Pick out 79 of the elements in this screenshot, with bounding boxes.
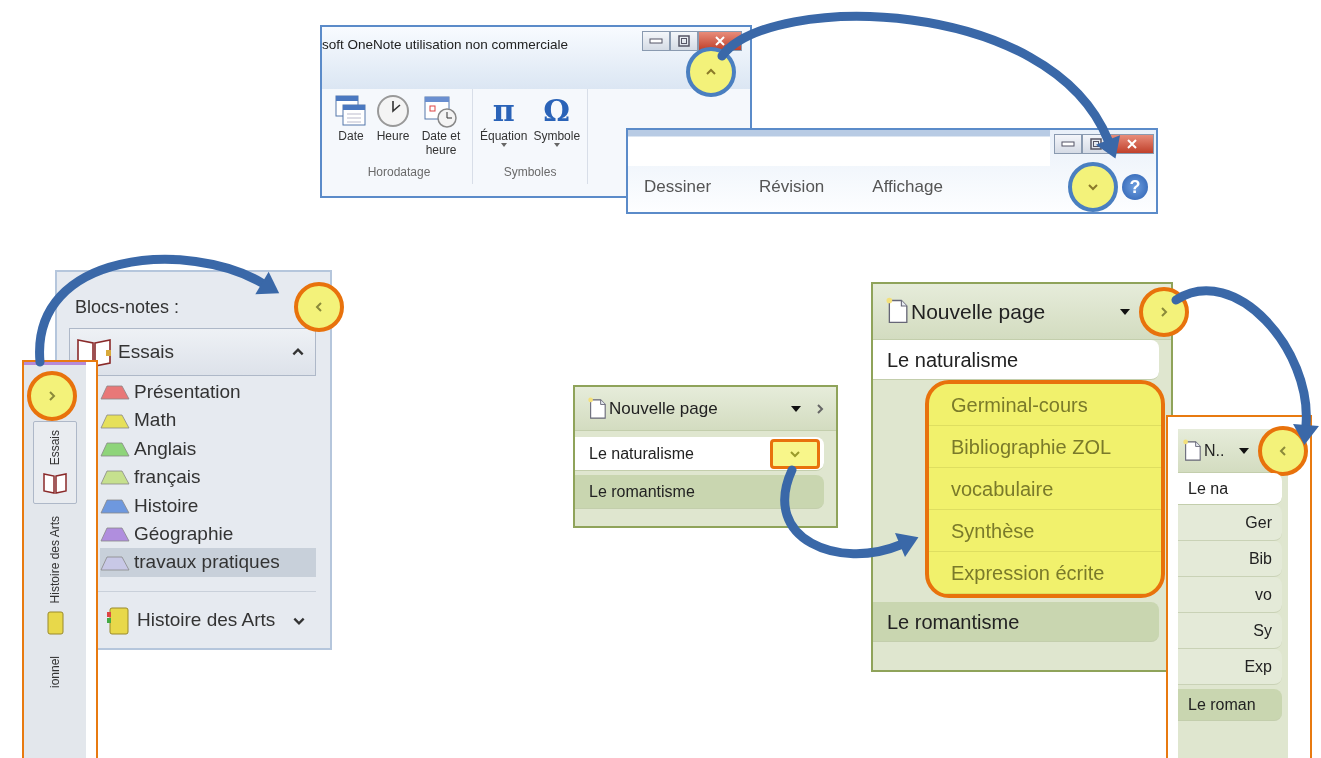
symbol-command-button[interactable]: π Équation	[477, 93, 531, 148]
section-tab[interactable]: travaux pratiques	[100, 548, 316, 577]
notebook-row[interactable]: Histoire des Arts	[99, 599, 316, 642]
dropdown-icon	[790, 404, 802, 413]
notebook-tab[interactable]: Essais	[33, 421, 77, 505]
restore-icon	[1090, 138, 1102, 150]
toggle-button[interactable]	[1139, 286, 1189, 337]
subpage-row[interactable]: Expression écrite	[929, 552, 1161, 594]
pane-header: Blocs-notes :	[75, 295, 180, 319]
ribbon-tab[interactable]: Dessiner	[644, 174, 712, 200]
notebook-tab[interactable]: ionnel	[33, 647, 77, 696]
chevron-right-icon	[46, 390, 58, 402]
dropdown-icon	[500, 143, 507, 148]
page-row[interactable]: Le romantisme	[575, 475, 824, 509]
calendar-icon	[333, 93, 369, 129]
toggle-button[interactable]	[294, 282, 344, 332]
dropdown-icon	[1238, 446, 1250, 455]
chevron-left-icon	[1277, 444, 1289, 457]
section-tab[interactable]: Histoire	[100, 491, 316, 520]
section-tab[interactable]: Math	[100, 406, 316, 435]
chevron-right-icon	[814, 402, 826, 415]
page-row[interactable]: Le romantisme	[873, 602, 1159, 642]
page-row[interactable]: Le naturalisme	[873, 340, 1159, 380]
subpage-row[interactable]: Ger	[1178, 505, 1282, 541]
ribbon-tab[interactable]: Révision	[759, 174, 825, 200]
notebook-icon	[105, 605, 131, 636]
toggle-button[interactable]	[27, 371, 77, 421]
page-row[interactable]: Le naturalisme	[575, 437, 824, 471]
subpage-row[interactable]: vocabulaire	[929, 468, 1161, 510]
clock-icon	[375, 93, 411, 129]
chevron-right-icon	[1158, 305, 1170, 318]
section-tab[interactable]: français	[100, 463, 316, 492]
chevron-down-icon	[1087, 181, 1099, 193]
page-icon	[885, 297, 909, 326]
book-icon	[42, 471, 68, 496]
toggle-button[interactable]	[1258, 425, 1308, 476]
calendar-clock-icon	[423, 93, 459, 129]
ribbon-command-button[interactable]: Date et heure	[414, 93, 468, 158]
minimize-button[interactable]	[642, 31, 670, 51]
restore-button[interactable]	[670, 31, 698, 51]
restore-icon	[678, 35, 690, 47]
notebook-icon	[45, 609, 65, 636]
close-icon	[715, 36, 725, 46]
minimize-icon	[1061, 141, 1075, 147]
section-tab[interactable]: Présentation	[100, 378, 316, 407]
page-icon	[587, 396, 607, 421]
ribbon-tab[interactable]: Affichage	[872, 174, 943, 200]
toggle-button[interactable]	[686, 47, 736, 97]
minimize-icon	[649, 38, 663, 44]
expand-subpages-button[interactable]	[770, 438, 820, 469]
toggle-button[interactable]	[1068, 162, 1118, 212]
close-icon	[1127, 139, 1137, 149]
page-row[interactable]: Le na	[1178, 473, 1282, 505]
section-tab[interactable]: Géographie	[100, 519, 316, 549]
minimize-button[interactable]	[1054, 134, 1082, 154]
subpage-row[interactable]: Bib	[1178, 541, 1282, 577]
page-row[interactable]: Le roman	[1178, 689, 1282, 721]
chevron-left-icon	[313, 301, 325, 313]
section-tab[interactable]: Anglais	[100, 434, 316, 464]
symbol-glyph: π	[492, 93, 515, 128]
subpage-row[interactable]: Sy	[1178, 613, 1282, 649]
symbol-command-button[interactable]: Ω Symbole	[530, 93, 584, 148]
notebook-row[interactable]: Essais	[69, 328, 316, 376]
subpage-row[interactable]: Bibliographie ZOL	[929, 426, 1161, 468]
symbol-glyph: Ω	[543, 93, 571, 129]
page-icon	[1182, 438, 1202, 463]
window-title: soft OneNote utilisation non commerciale	[322, 36, 569, 54]
subpage-row[interactable]: Germinal-cours	[929, 384, 1161, 426]
subpage-row[interactable]: Synthèse	[929, 510, 1161, 552]
dropdown-icon	[1119, 307, 1131, 316]
ribbon-command-button[interactable]: Heure	[372, 93, 414, 158]
notebook-tab[interactable]: Histoire des Arts	[33, 508, 77, 644]
dropdown-icon	[553, 143, 560, 148]
group-label: Symboles	[503, 164, 557, 181]
subpage-row[interactable]: Exp	[1178, 649, 1282, 685]
group-label: Horodatage	[367, 164, 431, 181]
ribbon-command-button[interactable]: Date	[330, 93, 372, 158]
subpage-row[interactable]: vo	[1178, 577, 1282, 613]
new-page-button[interactable]: N..	[1204, 438, 1225, 463]
